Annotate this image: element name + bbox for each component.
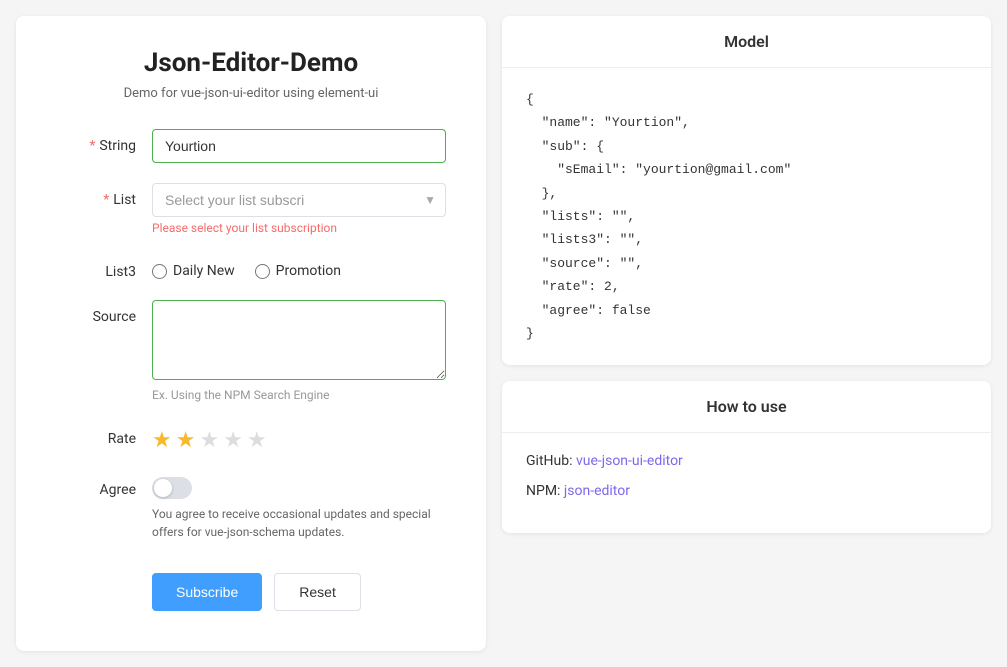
required-star: *: [89, 138, 95, 154]
button-row: Subscribe Reset: [152, 573, 446, 611]
npm-label: NPM:: [526, 483, 564, 499]
list-select-wrap: Select your list subscri Option 1 ▼: [152, 183, 446, 217]
subscribe-button[interactable]: Subscribe: [152, 573, 262, 611]
rate-field-row: Rate ★ ★ ★ ★ ★: [56, 422, 446, 453]
source-textarea[interactable]: [152, 300, 446, 380]
model-card: Model { "name": "Yourtion", "sub": { "sE…: [502, 16, 991, 365]
list-control: Select your list subscri Option 1 ▼ Plea…: [152, 183, 446, 235]
radio-promotion-label: Promotion: [276, 263, 341, 279]
rate-control: ★ ★ ★ ★ ★: [152, 422, 446, 453]
github-link[interactable]: vue-json-ui-editor: [576, 453, 683, 469]
radio-daily-label: Daily New: [173, 263, 235, 279]
list-label: *List: [56, 183, 136, 208]
app-title: Json-Editor-Demo: [56, 48, 446, 78]
agree-label: Agree: [56, 473, 136, 498]
agree-control: You agree to receive occasional updates …: [152, 473, 446, 541]
left-panel: Json-Editor-Demo Demo for vue-json-ui-ed…: [16, 16, 486, 651]
list3-radio-group: Daily New Promotion: [152, 255, 446, 279]
star-2[interactable]: ★: [176, 428, 196, 453]
agree-toggle-wrap: [152, 473, 446, 499]
npm-link[interactable]: json-editor: [564, 483, 630, 499]
agree-field-row: Agree You agree to receive occasional up…: [56, 473, 446, 541]
star-3[interactable]: ★: [199, 428, 219, 453]
radio-daily-input[interactable]: [152, 264, 167, 279]
star-4[interactable]: ★: [223, 428, 243, 453]
github-label: GitHub:: [526, 453, 576, 469]
source-hint: Ex. Using the NPM Search Engine: [152, 388, 446, 402]
star-rating: ★ ★ ★ ★ ★: [152, 422, 446, 453]
reset-button[interactable]: Reset: [274, 573, 361, 611]
string-label: *String: [56, 129, 136, 154]
right-panel: Model { "name": "Yourtion", "sub": { "sE…: [502, 16, 991, 651]
rate-label: Rate: [56, 422, 136, 447]
radio-promotion[interactable]: Promotion: [255, 263, 341, 279]
radio-daily-new[interactable]: Daily New: [152, 263, 235, 279]
string-field-row: *String: [56, 129, 446, 163]
string-input[interactable]: [152, 129, 446, 163]
how-to-use-header: How to use: [502, 381, 991, 433]
list-error-message: Please select your list subscription: [152, 221, 446, 235]
star-5[interactable]: ★: [247, 428, 267, 453]
model-code: { "name": "Yourtion", "sub": { "sEmail":…: [526, 88, 967, 345]
toggle-knob: [154, 479, 172, 497]
github-link-row: GitHub: vue-json-ui-editor: [526, 453, 967, 469]
source-field-row: Source Ex. Using the NPM Search Engine: [56, 300, 446, 402]
agree-toggle[interactable]: [152, 477, 192, 499]
string-control: [152, 129, 446, 163]
list-field-row: *List Select your list subscri Option 1 …: [56, 183, 446, 235]
model-card-body: { "name": "Yourtion", "sub": { "sEmail":…: [502, 68, 991, 365]
app-subtitle: Demo for vue-json-ui-editor using elemen…: [56, 86, 446, 101]
npm-link-row: NPM: json-editor: [526, 483, 967, 499]
list-select[interactable]: Select your list subscri Option 1: [152, 183, 446, 217]
star-1[interactable]: ★: [152, 428, 172, 453]
list3-control: Daily New Promotion: [152, 255, 446, 279]
how-to-use-card: How to use GitHub: vue-json-ui-editor NP…: [502, 381, 991, 533]
list3-field-row: List3 Daily New Promotion: [56, 255, 446, 280]
source-control: Ex. Using the NPM Search Engine: [152, 300, 446, 402]
source-label: Source: [56, 300, 136, 325]
list-required-star: *: [103, 192, 109, 208]
radio-promotion-input[interactable]: [255, 264, 270, 279]
how-to-use-body: GitHub: vue-json-ui-editor NPM: json-edi…: [502, 433, 991, 533]
model-card-header: Model: [502, 16, 991, 68]
agree-description: You agree to receive occasional updates …: [152, 505, 446, 541]
list3-label: List3: [56, 255, 136, 280]
